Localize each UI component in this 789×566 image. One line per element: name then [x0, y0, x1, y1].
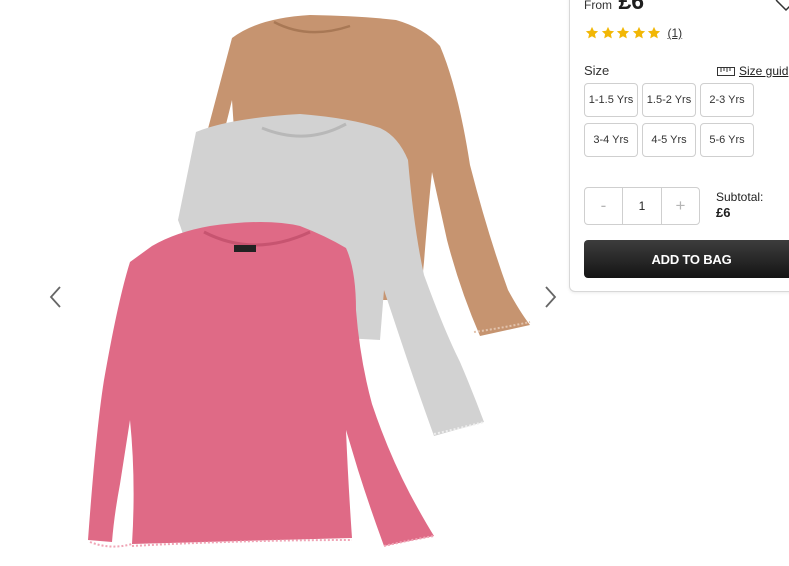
- size-option[interactable]: 2-3 Yrs: [700, 83, 754, 117]
- star-icon: [616, 26, 630, 39]
- subtotal-label: Subtotal:: [716, 190, 764, 204]
- size-option[interactable]: 4-5 Yrs: [642, 123, 696, 157]
- subtotal-value: £6: [716, 205, 731, 220]
- price-prefix: From: [584, 0, 612, 12]
- star-rating: (1): [585, 26, 682, 40]
- quantity-input[interactable]: 1: [622, 188, 662, 224]
- size-options: 1-1.5 Yrs 1.5-2 Yrs 2-3 Yrs 3-4 Yrs 4-5 Yrs 5…: [584, 83, 758, 157]
- size-option[interactable]: 1.5-2 Yrs: [642, 83, 696, 117]
- price: From £6: [584, 0, 644, 15]
- price-value: £6: [618, 0, 645, 14]
- star-icon: [647, 26, 661, 39]
- chevron-left-icon: [49, 286, 61, 308]
- product-purchase-panel: From £6 (1) Size Size guid 1-1.5 Yrs 1.5-…: [569, 0, 789, 292]
- previous-image-button[interactable]: [44, 282, 68, 312]
- product-gallery: [0, 0, 570, 566]
- size-option[interactable]: 3-4 Yrs: [584, 123, 638, 157]
- quantity-stepper: - 1 +: [584, 187, 700, 225]
- wishlist-button[interactable]: [774, 0, 789, 17]
- size-option[interactable]: 1-1.5 Yrs: [584, 83, 638, 117]
- heart-icon: [775, 0, 789, 12]
- product-image: [88, 15, 531, 548]
- add-to-bag-button[interactable]: ADD TO BAG: [584, 240, 789, 278]
- size-guide-label: Size guid: [739, 64, 789, 78]
- size-guide-link[interactable]: Size guid: [717, 64, 788, 78]
- ruler-icon: [717, 66, 735, 76]
- size-option[interactable]: 5-6 Yrs: [700, 123, 754, 157]
- star-icon: [632, 26, 645, 39]
- subtotal: Subtotal: £6: [716, 190, 763, 220]
- size-label: Size: [584, 63, 610, 78]
- increase-quantity-button[interactable]: +: [662, 188, 699, 224]
- star-icon: [585, 26, 599, 39]
- star-icon: [601, 26, 614, 39]
- review-count-link[interactable]: (1): [668, 26, 683, 40]
- decrease-quantity-button[interactable]: -: [585, 188, 622, 224]
